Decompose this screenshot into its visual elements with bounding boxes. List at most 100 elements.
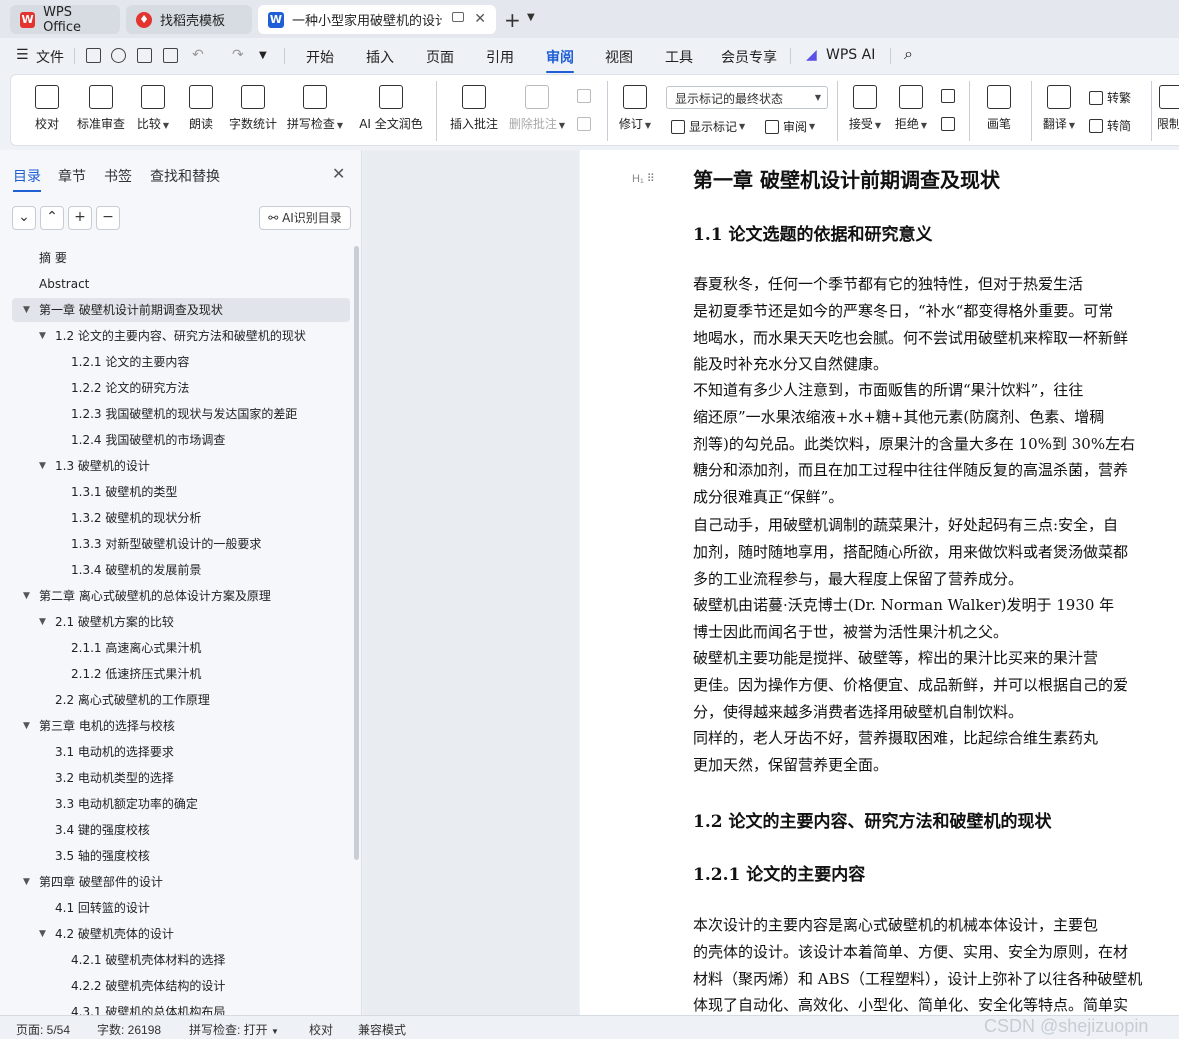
markup-display-select[interactable]: 显示标记的最终状态 ▼ — [666, 86, 828, 109]
menu-tools[interactable]: 工具 — [665, 47, 693, 67]
toc-item[interactable]: ▼ 第二章 离心式破壁机的总体设计方案及原理 — [12, 584, 350, 608]
proofread-button[interactable]: 校对 — [27, 81, 67, 132]
toc-item[interactable]: 1.2.2 论文的研究方法 — [12, 376, 350, 400]
drag-handle-icon[interactable]: H₁ ⠿ — [632, 172, 655, 185]
close-tab-icon[interactable]: ✕ — [474, 11, 486, 27]
toc-item[interactable]: 3.1 电动机的选择要求 — [12, 740, 350, 764]
document-page[interactable]: H₁ ⠿ 第一章 破壁机设计前期调查及现状 1.1 论文选题的依据和研究意义 春… — [580, 150, 1179, 1015]
toc-item[interactable]: 1.2.1 论文的主要内容 — [12, 350, 350, 374]
tab-sections[interactable]: 章节 — [58, 166, 86, 186]
print-preview-icon[interactable] — [163, 48, 178, 63]
toc-item[interactable]: 4.3.1 破壁机的总体机构布局 — [12, 1000, 350, 1016]
expand-triangle-icon[interactable]: ▼ — [23, 714, 30, 738]
toc-item[interactable]: 1.3.4 破壁机的发展前景 — [12, 558, 350, 582]
menu-file[interactable]: 文件 — [36, 47, 64, 67]
restrict-editing-button[interactable]: 限制 — [1157, 81, 1179, 132]
spell-check-button[interactable]: 拼写检查 ▼ — [285, 81, 345, 132]
tab-toc[interactable]: 目录 — [13, 166, 41, 192]
menu-wps-ai[interactable]: WPS AI — [826, 47, 875, 63]
window-mode-icon[interactable] — [452, 12, 464, 22]
toc-item[interactable]: ▼ 第三章 电机的选择与校核 — [12, 714, 350, 738]
expand-triangle-icon[interactable]: ▼ — [39, 454, 46, 478]
remove-heading-button[interactable]: − — [96, 206, 120, 230]
menu-insert[interactable]: 插入 — [366, 47, 394, 67]
chevron-down-icon[interactable]: ▼ — [527, 12, 535, 23]
toc-item[interactable]: 2.1.1 高速离心式果汁机 — [12, 636, 350, 660]
scrollbar[interactable] — [354, 246, 359, 860]
spell-check-status[interactable]: 拼写检查: 打开 ▼ — [189, 1021, 279, 1038]
toc-item[interactable]: 2.1.2 低速挤压式果汁机 — [12, 662, 350, 686]
undo-icon[interactable]: ↶ — [192, 47, 204, 63]
menu-review[interactable]: 审阅 — [546, 47, 574, 73]
toc-item[interactable]: 摘 要 — [12, 246, 350, 270]
menu-member[interactable]: 会员专享 — [721, 47, 777, 67]
compare-button[interactable]: 比较 ▼ — [133, 81, 173, 132]
toc-item[interactable]: 1.3.1 破壁机的类型 — [12, 480, 350, 504]
search-icon[interactable]: ⌕ — [904, 44, 913, 64]
menu-page[interactable]: 页面 — [426, 47, 454, 67]
toc-item[interactable]: 3.3 电动机额定功率的确定 — [12, 792, 350, 816]
expand-down-button[interactable]: ⌄ — [12, 206, 36, 230]
save-icon[interactable] — [86, 48, 101, 63]
tab-docer-templates[interactable]: ♦ 找稻壳模板 — [126, 5, 252, 34]
expand-triangle-icon[interactable]: ▼ — [23, 870, 30, 894]
page-indicator[interactable]: 页面: 5/54 — [16, 1021, 70, 1038]
menu-home[interactable]: 开始 — [306, 47, 334, 67]
expand-triangle-icon[interactable]: ▼ — [23, 584, 30, 608]
pen-button[interactable]: 画笔 — [979, 81, 1019, 132]
menu-view[interactable]: 视图 — [605, 47, 633, 67]
to-simplified-button[interactable]: 转简 — [1089, 117, 1131, 134]
collapse-up-button[interactable]: ⌃ — [40, 206, 64, 230]
tab-document[interactable]: W 一种小型家用破壁机的设计 论 ✕ — [258, 5, 496, 34]
delete-comment-button[interactable]: 删除批注 ▼ — [507, 81, 567, 132]
toc-item[interactable]: 1.2.4 我国破壁机的市场调查 — [12, 428, 350, 452]
toc-item[interactable]: 1.2.3 我国破壁机的现状与发达国家的差距 — [12, 402, 350, 426]
ai-recognize-toc-button[interactable]: ⚯ AI识别目录 — [259, 206, 351, 230]
hamburger-menu-icon[interactable]: ☰ — [16, 47, 29, 63]
insert-comment-button[interactable]: 插入批注 — [447, 81, 501, 132]
reject-button[interactable]: 拒绝 ▼ — [891, 81, 931, 132]
to-traditional-button[interactable]: 转繁 — [1089, 89, 1131, 106]
toc-item[interactable]: 2.2 离心式破壁机的工作原理 — [12, 688, 350, 712]
add-heading-button[interactable]: + — [68, 206, 92, 230]
toc-item[interactable]: 4.2.2 破壁机壳体结构的设计 — [12, 974, 350, 998]
toc-item[interactable]: ▼ 2.1 破壁机方案的比较 — [12, 610, 350, 634]
toc-item[interactable]: 4.1 回转篮的设计 — [12, 896, 350, 920]
redo-icon[interactable]: ↷ — [232, 47, 244, 63]
menu-references[interactable]: 引用 — [486, 47, 514, 67]
next-change-icon[interactable] — [941, 117, 959, 131]
show-markup-button[interactable]: 显示标记 ▼ — [671, 118, 745, 135]
word-count-button[interactable]: 字数统计 — [225, 81, 281, 132]
standard-review-button[interactable]: 标准审查 — [73, 81, 129, 132]
accept-button[interactable]: 接受 ▼ — [845, 81, 885, 132]
toc-item[interactable]: ▼ 第一章 破壁机设计前期调查及现状 — [12, 298, 350, 322]
quick-access-more-icon[interactable]: ▼ — [259, 50, 267, 61]
toc-item[interactable]: 4.2.1 破壁机壳体材料的选择 — [12, 948, 350, 972]
tab-wps-office[interactable]: W WPS Office — [10, 5, 120, 35]
tab-bookmarks[interactable]: 书签 — [104, 166, 132, 186]
toc-item[interactable]: 3.2 电动机类型的选择 — [12, 766, 350, 790]
toc-item[interactable]: ▼ 1.2 论文的主要内容、研究方法和破壁机的现状 — [12, 324, 350, 348]
toc-item[interactable]: 3.4 键的强度校核 — [12, 818, 350, 842]
close-icon[interactable]: ✕ — [332, 164, 345, 183]
new-tab-icon[interactable]: + — [504, 8, 521, 32]
print-icon[interactable] — [137, 48, 152, 63]
expand-triangle-icon[interactable]: ▼ — [39, 610, 46, 634]
ai-polish-button[interactable]: AI 全文润色 — [355, 81, 427, 132]
toc-item[interactable]: 1.3.3 对新型破壁机设计的一般要求 — [12, 532, 350, 556]
track-changes-button[interactable]: 修订 ▼ — [615, 81, 655, 132]
translate-button[interactable]: 翻译 ▼ — [1039, 81, 1079, 132]
toc-item[interactable]: ▼ 第四章 破壁部件的设计 — [12, 870, 350, 894]
expand-triangle-icon[interactable]: ▼ — [23, 298, 30, 322]
toc-item[interactable]: 1.3.2 破壁机的现状分析 — [12, 506, 350, 530]
toc-item[interactable]: ▼ 1.3 破壁机的设计 — [12, 454, 350, 478]
expand-triangle-icon[interactable]: ▼ — [39, 324, 46, 348]
expand-triangle-icon[interactable]: ▼ — [39, 922, 46, 946]
share-icon[interactable] — [111, 48, 126, 63]
toc-item[interactable]: ▼ 4.2 破壁机壳体的设计 — [12, 922, 350, 946]
next-comment-icon[interactable] — [577, 117, 595, 131]
toc-item[interactable]: 3.5 轴的强度校核 — [12, 844, 350, 868]
word-count-indicator[interactable]: 字数: 26198 — [97, 1021, 161, 1038]
tab-find-replace[interactable]: 查找和替换 — [150, 166, 220, 186]
previous-change-icon[interactable] — [941, 89, 959, 103]
